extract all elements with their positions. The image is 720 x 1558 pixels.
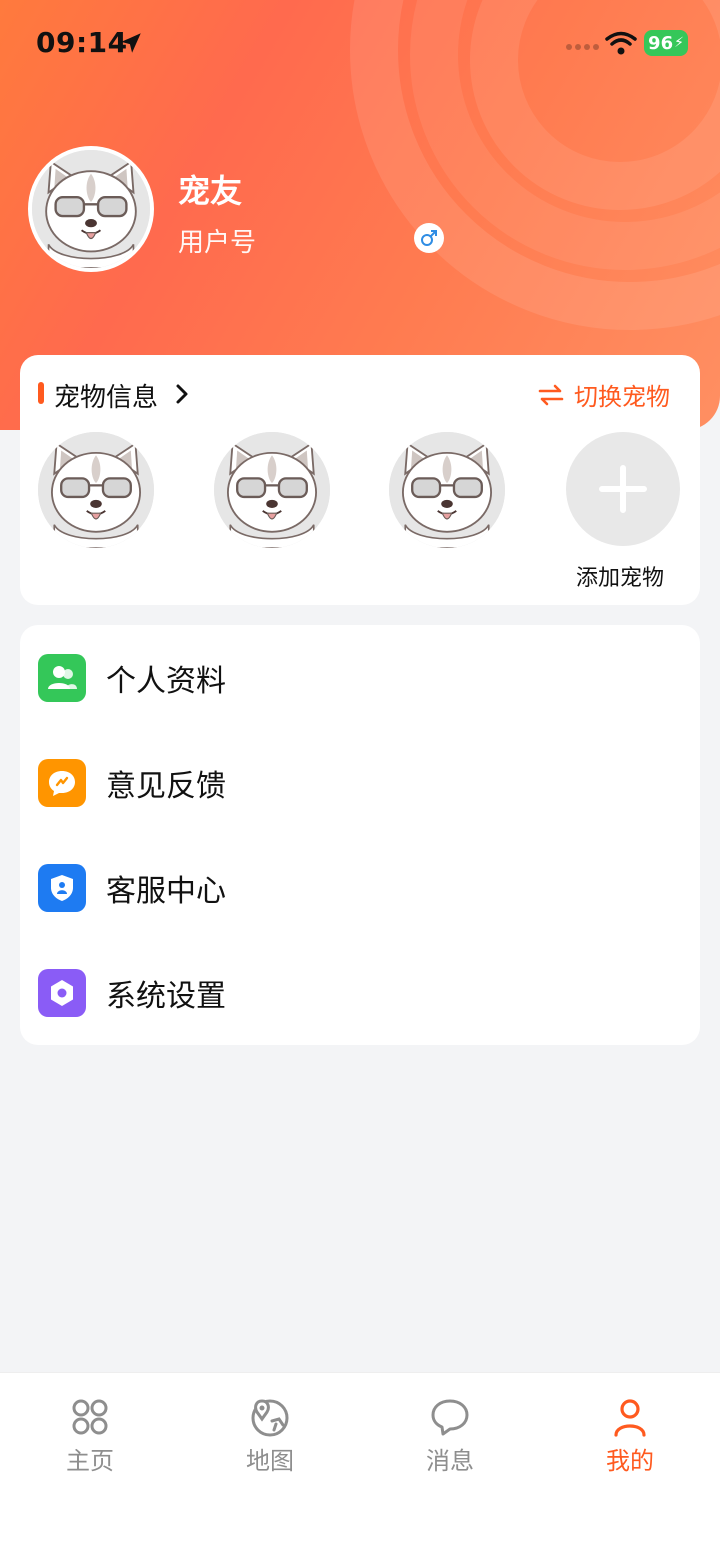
plus-icon — [599, 465, 647, 513]
menu-list: 个人资料 意见反馈 客服中心 系统设置 — [20, 625, 700, 1045]
hexagon-settings-icon — [38, 969, 86, 1017]
swap-arrows-icon — [538, 384, 564, 405]
menu-item-settings[interactable]: 系统设置 — [20, 940, 700, 1046]
person-icon — [614, 1399, 646, 1437]
tab-map[interactable]: 地图 — [210, 1397, 330, 1476]
pet-avatar[interactable] — [214, 432, 330, 548]
menu-item-label: 客服中心 — [106, 874, 226, 909]
tab-messages[interactable]: 消息 — [390, 1397, 510, 1476]
tab-label: 主页 — [66, 1447, 114, 1475]
menu-item-label: 意见反馈 — [106, 769, 226, 804]
pet-avatar[interactable] — [38, 432, 154, 548]
switch-pet-button[interactable]: 切换宠物 — [538, 377, 670, 412]
user-id: 用户号 — [178, 228, 257, 258]
people-icon — [38, 654, 86, 702]
menu-item-label: 个人资料 — [106, 664, 226, 699]
dog-avatar-icon — [214, 432, 330, 548]
dog-avatar-icon — [389, 432, 505, 548]
battery-indicator: 96 ⚡ — [644, 30, 688, 56]
battery-level: 96 — [648, 32, 674, 54]
tab-me[interactable]: 我的 — [570, 1397, 690, 1476]
map-icon — [251, 1399, 289, 1437]
dog-avatar-icon — [38, 432, 154, 548]
dog-avatar-icon — [32, 150, 150, 268]
user-name: 宠友 — [178, 172, 243, 210]
menu-item-feedback[interactable]: 意见反馈 — [20, 730, 700, 836]
user-avatar[interactable] — [28, 146, 154, 272]
tab-label: 地图 — [246, 1447, 294, 1475]
chevron-right-icon[interactable] — [170, 381, 194, 407]
status-time: 09:14 — [36, 26, 128, 59]
bottom-tab-bar: 主页 地图 消息 我的 — [0, 1372, 720, 1558]
signal-icon — [566, 44, 599, 50]
menu-item-label: 系统设置 — [106, 979, 226, 1014]
shield-user-icon — [38, 864, 86, 912]
switch-pet-label: 切换宠物 — [574, 383, 670, 411]
tab-label: 消息 — [426, 1447, 474, 1475]
pet-avatar[interactable] — [389, 432, 505, 548]
menu-item-profile[interactable]: 个人资料 — [20, 625, 700, 731]
chat-bubble-icon — [38, 759, 86, 807]
add-pet-label: 添加宠物 — [576, 566, 665, 591]
status-bar: 09:14 96 ⚡ — [0, 0, 720, 88]
menu-item-customer-service[interactable]: 客服中心 — [20, 835, 700, 941]
pet-info-title[interactable]: 宠物信息 — [54, 377, 158, 414]
section-accent-bar — [38, 382, 44, 404]
location-arrow-icon — [121, 33, 141, 53]
wifi-icon — [605, 31, 637, 55]
tab-home[interactable]: 主页 — [30, 1397, 150, 1476]
male-gender-icon — [414, 223, 444, 253]
pet-info-card: 宠物信息 切换宠物 添加宠物 — [20, 355, 700, 605]
message-icon — [431, 1399, 469, 1436]
add-pet-button[interactable] — [566, 432, 680, 546]
grid-icon — [72, 1399, 108, 1435]
tab-label: 我的 — [606, 1447, 654, 1475]
